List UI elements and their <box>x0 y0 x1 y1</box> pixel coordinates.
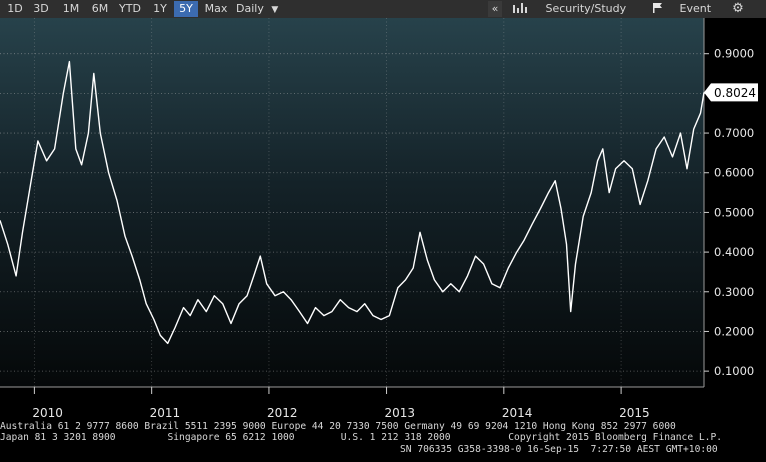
chart-toolbar: 1D 3D 1M 6M YTD 1Y 5Y Max Daily ▼ « Secu… <box>0 0 766 18</box>
gear-icon[interactable]: ⚙ <box>728 1 748 17</box>
range-ytd-button[interactable]: YTD <box>115 1 145 17</box>
flag-icon <box>653 3 662 13</box>
footer: Australia 61 2 9777 8600 Brazil 5511 239… <box>0 421 766 462</box>
y-tick-label: 0.4000 <box>714 245 754 259</box>
price-chart: 0.1000 0.2000 0.3000 0.4000 0.5000 0.6000 0.70… <box>0 18 758 420</box>
range-1m-button[interactable]: 1M <box>58 1 84 17</box>
frequency-select[interactable]: Daily ▼ <box>236 1 288 17</box>
y-tick-label: 0.2000 <box>714 324 754 338</box>
security-study-button[interactable]: Security/Study <box>512 1 630 17</box>
x-axis-ticks: 2010 2011 2012 2013 2014 2015 <box>32 387 650 420</box>
last-value-layer: 0.8024 <box>704 83 758 102</box>
bar-chart-icon <box>513 3 527 13</box>
dropdown-arrow-icon: ▼ <box>271 5 279 15</box>
event-label: Event <box>679 2 712 15</box>
footer-contacts-line-2: Japan 81 3 3201 8900 Singapore 65 6212 1… <box>0 432 722 443</box>
y-tick-label: 0.7000 <box>714 126 754 140</box>
range-5y-button[interactable]: 5Y <box>174 1 198 17</box>
x-tick-label: 2010 <box>32 406 63 420</box>
y-tick-label: 0.9000 <box>714 47 754 61</box>
range-1d-button[interactable]: 1D <box>4 1 26 17</box>
x-tick-label: 2014 <box>502 406 533 420</box>
footer-contacts-line-1: Australia 61 2 9777 8600 Brazil 5511 239… <box>0 421 676 432</box>
range-6m-button[interactable]: 6M <box>88 1 112 17</box>
x-tick-label: 2013 <box>385 406 416 420</box>
footer-timestamp: SN 706335 G358-3398-0 16-Sep-15 7:27:50 … <box>400 444 718 455</box>
collapse-toolbar-button[interactable]: « <box>488 1 502 17</box>
y-tick-label: 0.6000 <box>714 166 754 180</box>
range-max-button[interactable]: Max <box>202 1 230 17</box>
frequency-label: Daily <box>236 2 264 15</box>
last-value-label: 0.8024 <box>714 86 756 100</box>
range-3d-button[interactable]: 3D <box>30 1 52 17</box>
x-tick-label: 2011 <box>150 406 181 420</box>
y-tick-label: 0.3000 <box>714 285 754 299</box>
y-tick-label: 0.5000 <box>714 205 754 219</box>
x-tick-label: 2015 <box>619 406 650 420</box>
range-1y-button[interactable]: 1Y <box>150 1 170 17</box>
security-study-label: Security/Study <box>545 2 627 15</box>
x-tick-label: 2012 <box>267 406 298 420</box>
event-button[interactable]: Event <box>652 1 714 17</box>
y-tick-label: 0.1000 <box>714 364 754 378</box>
